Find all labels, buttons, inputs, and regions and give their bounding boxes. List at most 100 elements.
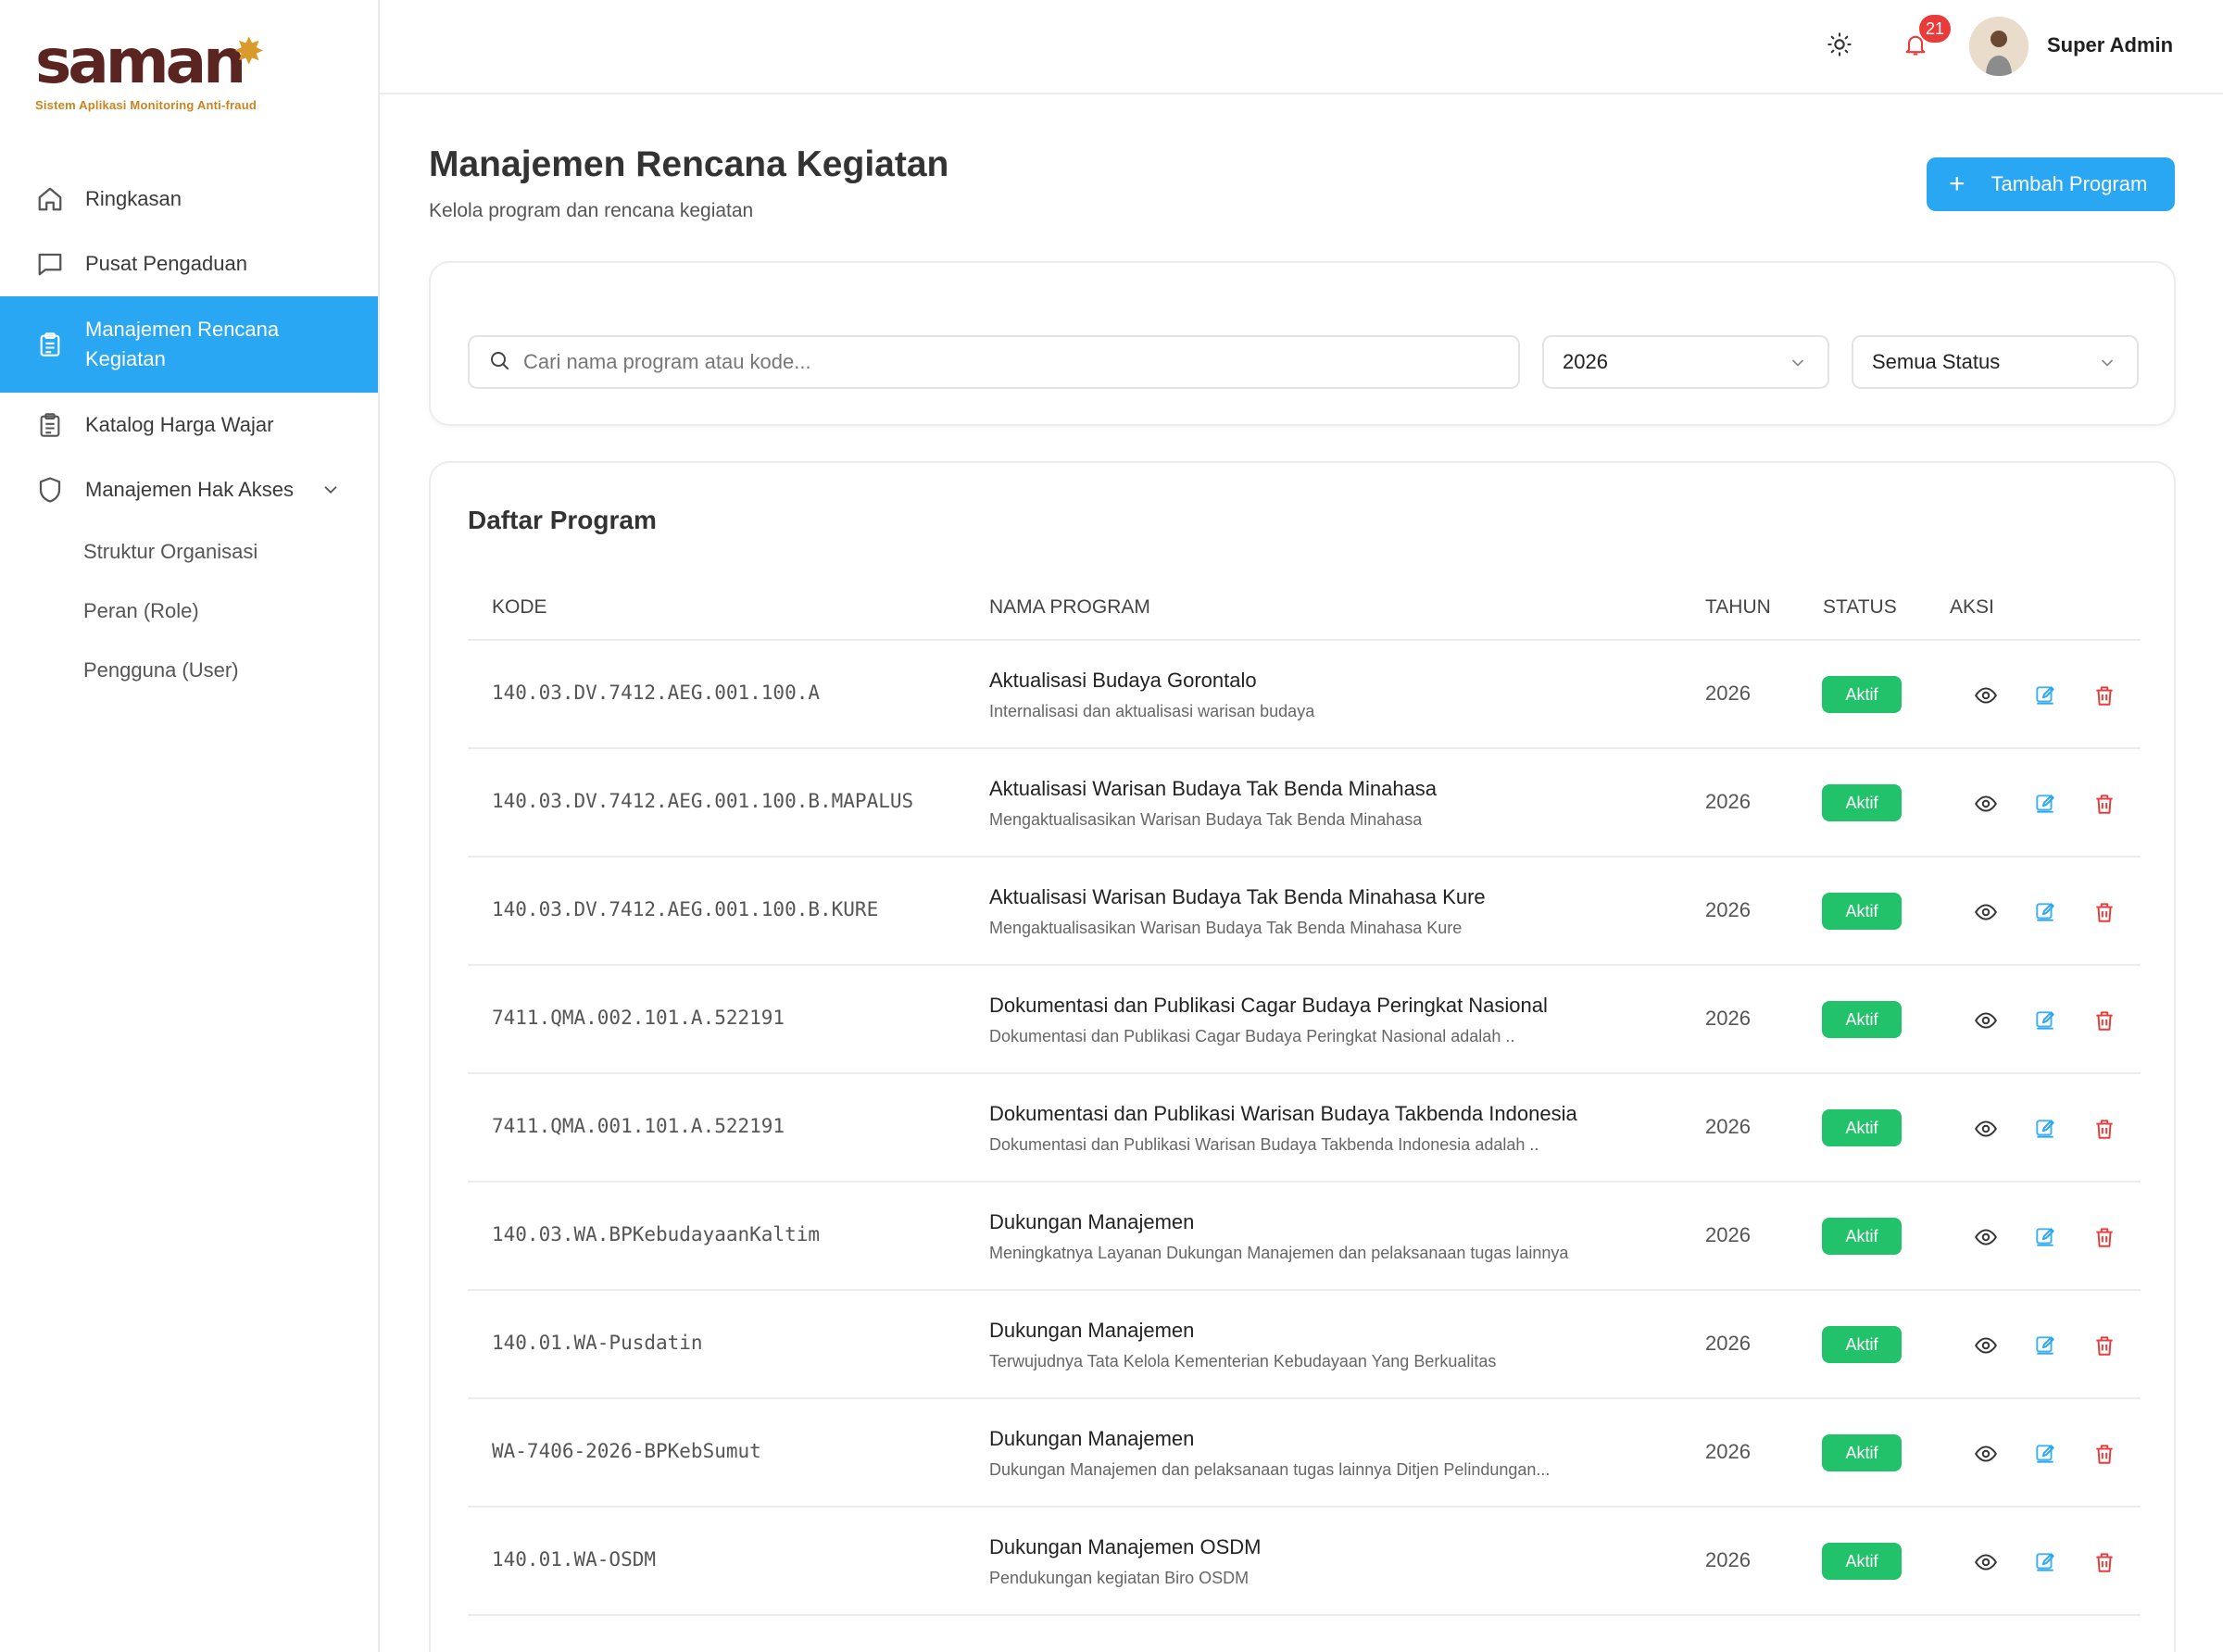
- add-program-label: Tambah Program: [1991, 172, 2148, 195]
- delete-trash-icon[interactable]: [2091, 898, 2118, 926]
- view-eye-icon[interactable]: [1972, 1007, 2000, 1034]
- filter-card: 2026 Semua Status: [429, 261, 2176, 426]
- table-row: 7411.QMA.002.101.A.522191 Dokumentasi dan…: [468, 966, 2141, 1074]
- sidebar: saman ✸ Sistem Aplikasi Monitoring Anti-…: [0, 0, 380, 1652]
- status-select[interactable]: Semua Status: [1852, 335, 2139, 389]
- theme-toggle-sun-icon[interactable]: [1827, 31, 1852, 62]
- cell-nama-program: Aktualisasi Warisan Budaya Tak Benda Min…: [989, 885, 1486, 908]
- delete-trash-icon[interactable]: [2091, 1115, 2118, 1143]
- cell-tahun: 2026: [1705, 1223, 1751, 1246]
- cell-nama-program: Aktualisasi Warisan Budaya Tak Benda Min…: [989, 777, 1438, 800]
- status-select-value: Semua Status: [1872, 350, 2001, 373]
- sidebar-item-katalog-harga-wajar[interactable]: Katalog Harga Wajar: [0, 393, 378, 457]
- logo-tagline: Sistem Aplikasi Monitoring Anti-fraud: [35, 98, 257, 112]
- cell-tahun: 2026: [1705, 1007, 1751, 1030]
- view-eye-icon[interactable]: [1972, 898, 2000, 926]
- delete-trash-icon[interactable]: [2091, 1332, 2118, 1359]
- table-row: 140.03.DV.7412.AEG.001.100.A Aktualisasi …: [468, 641, 2141, 749]
- cell-nama-program: Dukungan Manajemen: [989, 1319, 1195, 1342]
- sidebar-subitem-peran-role[interactable]: Peran (Role): [0, 582, 378, 641]
- cell-deskripsi: Dukungan Manajemen dan pelaksanaan tugas…: [989, 1460, 1551, 1479]
- edit-pencil-icon[interactable]: [2031, 790, 2059, 818]
- table-row: 140.01.WA-Pusdatin Dukungan Manajemen Terw…: [468, 1291, 2141, 1399]
- sidebar-item-label: Ringkasan: [85, 187, 182, 210]
- sidebar-item-ringkasan[interactable]: Ringkasan: [0, 167, 378, 232]
- cell-nama-program: Aktualisasi Budaya Gorontalo: [989, 669, 1257, 692]
- sidebar-subitem-struktur-organisasi[interactable]: Struktur Organisasi: [0, 522, 378, 582]
- delete-trash-icon[interactable]: [2091, 682, 2118, 709]
- clipboard-icon: [35, 330, 65, 359]
- shield-icon: [35, 475, 65, 505]
- edit-pencil-icon[interactable]: [2031, 1223, 2059, 1251]
- column-header-aksi: AKSI: [1950, 596, 1994, 618]
- status-badge: Aktif: [1822, 1109, 1902, 1146]
- delete-trash-icon[interactable]: [2091, 1223, 2118, 1251]
- plus-icon: +: [1949, 169, 1966, 199]
- sidebar-item-pusat-pengaduan[interactable]: Pusat Pengaduan: [0, 232, 378, 296]
- chevron-down-icon[interactable]: [320, 480, 341, 506]
- sidebar-item-manajemen-rencana-kegiatan[interactable]: Manajemen Rencana Kegiatan: [0, 296, 378, 393]
- cell-kode: 140.03.WA.BPKebudayaanKaltim: [492, 1223, 821, 1245]
- cell-tahun: 2026: [1705, 1115, 1751, 1138]
- search-icon: [488, 349, 510, 376]
- delete-trash-icon[interactable]: [2091, 1440, 2118, 1468]
- cell-tahun: 2026: [1705, 1440, 1751, 1463]
- year-select[interactable]: 2026: [1542, 335, 1829, 389]
- clipboard-icon: [35, 410, 65, 440]
- add-program-button[interactable]: + Tambah Program: [1927, 157, 2175, 211]
- sidebar-item-manajemen-hak-akses[interactable]: Manajemen Hak Akses: [0, 457, 378, 522]
- status-badge: Aktif: [1822, 1001, 1902, 1038]
- table-row: 140.03.DV.7412.AEG.001.100.B.MAPALUS Aktu…: [468, 749, 2141, 857]
- cell-tahun: 2026: [1705, 790, 1751, 813]
- cell-deskripsi: Terwujudnya Tata Kelola Kementerian Kebu…: [989, 1352, 1497, 1370]
- delete-trash-icon[interactable]: [2091, 790, 2118, 818]
- status-badge: Aktif: [1822, 893, 1902, 930]
- edit-pencil-icon[interactable]: [2031, 1548, 2059, 1576]
- edit-pencil-icon[interactable]: [2031, 1115, 2059, 1143]
- notification-count-badge: 21: [1919, 15, 1951, 43]
- table-title: Daftar Program: [468, 506, 657, 534]
- edit-pencil-icon[interactable]: [2031, 1007, 2059, 1034]
- view-eye-icon[interactable]: [1972, 1223, 2000, 1251]
- edit-pencil-icon[interactable]: [2031, 898, 2059, 926]
- cell-deskripsi: Pendukungan kegiatan Biro OSDM: [989, 1569, 1250, 1587]
- chevron-down-icon: [2098, 354, 2116, 378]
- view-eye-icon[interactable]: [1972, 790, 2000, 818]
- cell-kode: 7411.QMA.002.101.A.522191: [492, 1007, 785, 1029]
- cell-tahun: 2026: [1705, 682, 1751, 705]
- table-row: WA-7406-2026-BPKebSumut Dukungan Manajeme…: [468, 1399, 2141, 1508]
- sidebar-item-label: Manajemen Hak Akses: [85, 478, 294, 501]
- user-name[interactable]: Super Admin: [2047, 33, 2173, 57]
- search-box[interactable]: [468, 335, 1520, 389]
- edit-pencil-icon[interactable]: [2031, 682, 2059, 709]
- view-eye-icon[interactable]: [1972, 1115, 2000, 1143]
- edit-pencil-icon[interactable]: [2031, 1440, 2059, 1468]
- view-eye-icon[interactable]: [1972, 1332, 2000, 1359]
- cell-nama-program: Dukungan Manajemen: [989, 1210, 1195, 1233]
- avatar[interactable]: [1969, 17, 2028, 76]
- table-row: 140.01.WA-OSDM Dukungan Manajemen OSDM Pen…: [468, 1508, 2141, 1616]
- cell-nama-program: Dukungan Manajemen: [989, 1427, 1195, 1450]
- program-table-card: Daftar Program KODE NAMA PROGRAM TAHUN S…: [429, 461, 2176, 1652]
- cell-deskripsi: Dokumentasi dan Publikasi Cagar Budaya P…: [989, 1027, 1515, 1045]
- page-title: Manajemen Rencana Kegiatan: [429, 144, 949, 184]
- sidebar-item-label: Manajemen Rencana Kegiatan: [85, 318, 280, 370]
- cell-deskripsi: Mengaktualisasikan Warisan Budaya Tak Be…: [989, 810, 1423, 829]
- delete-trash-icon[interactable]: [2091, 1007, 2118, 1034]
- sidebar-item-label: Katalog Harga Wajar: [85, 413, 274, 436]
- cell-kode: 140.01.WA-Pusdatin: [492, 1332, 703, 1354]
- sidebar-subitem-pengguna-user[interactable]: Pengguna (User): [0, 641, 378, 700]
- cell-deskripsi: Dokumentasi dan Publikasi Warisan Budaya…: [989, 1135, 1539, 1154]
- app-logo[interactable]: saman ✸ Sistem Aplikasi Monitoring Anti-…: [35, 31, 265, 113]
- column-header-status: STATUS: [1823, 596, 1897, 618]
- top-bar: 21 Super Admin: [380, 0, 2223, 94]
- home-icon: [35, 184, 65, 214]
- view-eye-icon[interactable]: [1972, 1548, 2000, 1576]
- edit-pencil-icon[interactable]: [2031, 1332, 2059, 1359]
- delete-trash-icon[interactable]: [2091, 1548, 2118, 1576]
- sidebar-nav: Ringkasan Pusat Pengaduan Manajemen Renc…: [0, 167, 378, 700]
- view-eye-icon[interactable]: [1972, 1440, 2000, 1468]
- view-eye-icon[interactable]: [1972, 682, 2000, 709]
- search-input[interactable]: [523, 350, 1450, 374]
- cell-nama-program: Dukungan Manajemen OSDM: [989, 1535, 1262, 1558]
